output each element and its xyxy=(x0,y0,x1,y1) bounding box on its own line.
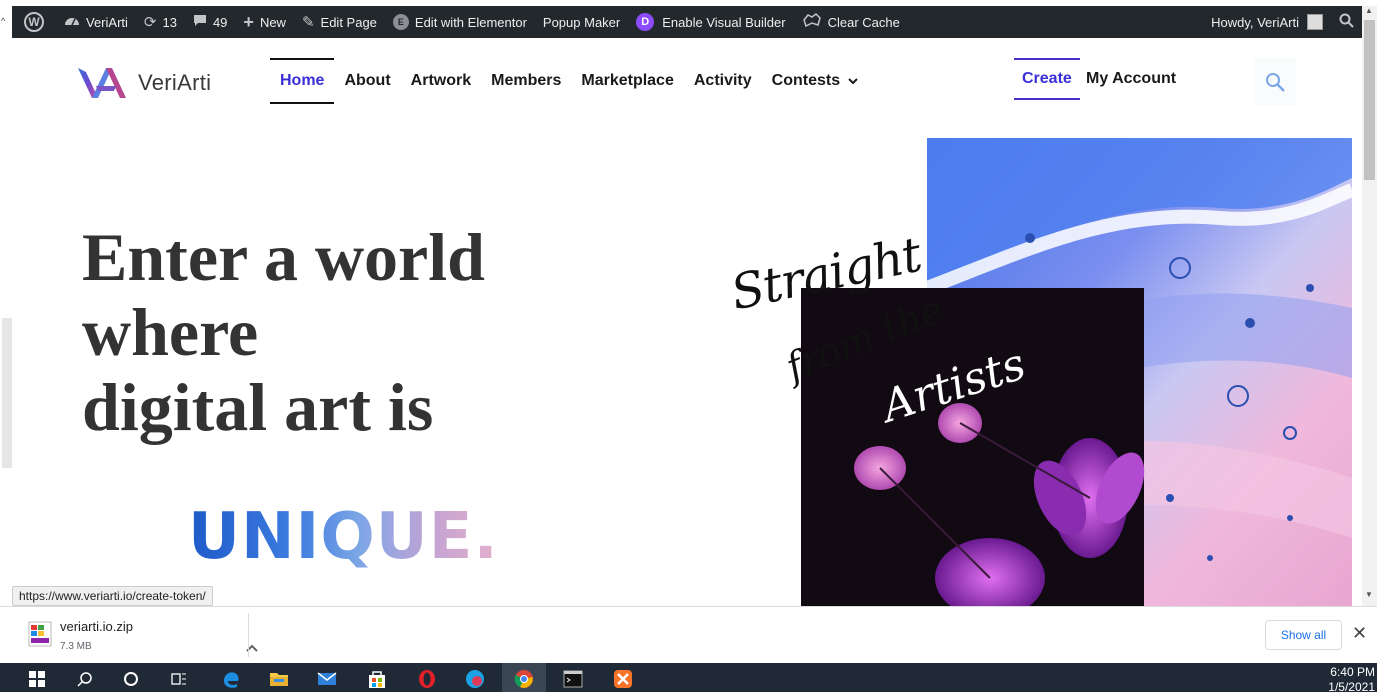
admin-comments[interactable]: 49 xyxy=(185,6,235,38)
left-window-edge: ^ v xyxy=(0,0,12,663)
clock-time: 6:40 PM xyxy=(1330,665,1375,679)
cortana-icon[interactable] xyxy=(120,668,142,690)
nav-item-label: Marketplace xyxy=(581,72,674,89)
nav-item-label: Contests xyxy=(771,72,841,89)
nav-item-label: Members xyxy=(491,72,562,89)
plus-icon: + xyxy=(243,11,254,32)
my-account-label: My Account xyxy=(1086,70,1177,87)
admin-popup-maker[interactable]: Popup Maker xyxy=(535,6,628,38)
download-item[interactable]: veriarti.io.zip 7.3 MB xyxy=(28,617,258,652)
download-file-name: veriarti.io.zip xyxy=(60,619,133,634)
scroll-up-arrow-icon[interactable]: ▲ xyxy=(1365,6,1373,15)
nav-item-label: Home xyxy=(280,72,325,89)
nav-item-artwork[interactable]: Artwork xyxy=(401,58,481,104)
divi-icon: D xyxy=(636,13,655,31)
store-icon[interactable] xyxy=(366,668,388,690)
nav-item-label: Artwork xyxy=(410,72,472,89)
clear-cache-label: Clear Cache xyxy=(827,14,900,30)
create-link[interactable]: Create xyxy=(1014,58,1080,100)
zip-file-icon xyxy=(28,621,52,647)
xampp-icon[interactable] xyxy=(612,668,634,690)
close-icon[interactable]: ✕ xyxy=(1352,623,1367,644)
admin-my-account[interactable]: Howdy, VeriArti xyxy=(1203,6,1331,38)
admin-clear-cache[interactable]: Clear Cache xyxy=(794,6,908,38)
nav-item-home[interactable]: Home xyxy=(270,58,335,104)
edge-browser-icon[interactable] xyxy=(220,668,242,690)
avatar xyxy=(1307,14,1323,30)
howdy-label: Howdy, VeriArti xyxy=(1211,14,1299,30)
task-view-icon[interactable] xyxy=(168,668,190,690)
page-scrollbar[interactable]: ▲ ▼ xyxy=(1362,6,1377,606)
popup-maker-label: Popup Maker xyxy=(542,14,621,30)
veriarti-logo-icon xyxy=(78,68,126,98)
search-icon xyxy=(1339,13,1354,31)
site-logo[interactable]: VeriArti xyxy=(76,64,211,102)
admin-new[interactable]: + New xyxy=(235,6,294,38)
elementor-icon: E xyxy=(392,14,409,30)
photos-app-icon[interactable] xyxy=(464,668,486,690)
nav-item-about[interactable]: About xyxy=(334,58,400,104)
comments-count: 49 xyxy=(212,14,228,30)
nav-item-members[interactable]: Members xyxy=(481,58,571,104)
nav-item-activity[interactable]: Activity xyxy=(684,58,762,104)
admin-site-name[interactable]: VeriArti xyxy=(56,6,136,38)
download-file-size: 7.3 MB xyxy=(60,641,92,652)
hero-heading-line: where xyxy=(82,294,259,370)
wordpress-logo-icon: W xyxy=(24,12,44,32)
file-explorer-icon[interactable] xyxy=(268,668,290,690)
nav-item-label: About xyxy=(344,72,391,89)
my-account-link[interactable]: My Account xyxy=(1086,58,1176,100)
admin-site-name-label: VeriArti xyxy=(86,14,128,30)
windows-start-icon[interactable] xyxy=(26,668,48,690)
cache-cheetah-icon xyxy=(802,13,822,31)
nav-item-marketplace[interactable]: Marketplace xyxy=(571,58,684,104)
admin-edit-elementor[interactable]: E Edit with Elementor xyxy=(385,6,535,38)
chrome-icon[interactable] xyxy=(513,668,535,690)
taskbar-clock[interactable]: 6:40 PM 1/5/2021 xyxy=(1300,665,1375,695)
windows-taskbar: 6:40 PM 1/5/2021 xyxy=(0,663,1377,695)
hero-heading-line: Enter a world xyxy=(82,219,485,295)
updates-count: 13 xyxy=(162,14,177,30)
admin-search[interactable] xyxy=(1331,6,1362,38)
hero-artwork-image: Straight from the Artists xyxy=(690,138,1352,606)
show-all-button[interactable]: Show all xyxy=(1265,620,1342,650)
downloads-bar: veriarti.io.zip 7.3 MB Show all ✕ xyxy=(0,606,1377,663)
scroll-down-arrow-icon[interactable]: ▼ xyxy=(1365,590,1373,599)
wp-logo-menu[interactable]: W xyxy=(12,6,56,38)
search-icon[interactable] xyxy=(74,668,96,690)
clock-date: 1/5/2021 xyxy=(1328,680,1375,694)
hero-heading-line: digital art is xyxy=(82,369,434,445)
hero-heading: Enter a world where digital art is xyxy=(82,220,602,445)
chevron-down-icon xyxy=(848,74,858,88)
wp-admin-bar: W VeriArti ⟳ 13 49 + New ✎ Edit Page E E… xyxy=(12,6,1362,38)
left-edge-bar xyxy=(2,318,12,468)
hero-highlight-word: UNIQUE. xyxy=(188,500,499,574)
terminal-icon[interactable] xyxy=(562,668,584,690)
dashboard-gauge-icon xyxy=(64,13,80,31)
visual-builder-label: Enable Visual Builder xyxy=(662,14,786,30)
new-label: New xyxy=(259,14,286,30)
comment-bubble-icon xyxy=(193,14,207,31)
opera-icon[interactable] xyxy=(416,668,438,690)
chevron-up-icon: ^ xyxy=(1,16,6,26)
mail-icon[interactable] xyxy=(316,668,338,690)
search-icon xyxy=(1266,73,1285,92)
admin-visual-builder[interactable]: D Enable Visual Builder xyxy=(628,6,793,38)
status-bar-url: https://www.veriarti.io/create-token/ xyxy=(12,586,213,606)
create-label: Create xyxy=(1022,70,1072,87)
divider xyxy=(248,613,249,657)
edit-elementor-label: Edit with Elementor xyxy=(414,14,527,30)
site-search-button[interactable] xyxy=(1254,58,1296,106)
scrollbar-thumb[interactable] xyxy=(1364,20,1375,180)
admin-updates[interactable]: ⟳ 13 xyxy=(136,6,185,38)
nav-item-contests[interactable]: Contests xyxy=(762,58,868,104)
updates-icon: ⟳ xyxy=(143,14,157,31)
pencil-icon: ✎ xyxy=(301,14,315,31)
admin-edit-page[interactable]: ✎ Edit Page xyxy=(294,6,385,38)
nav-item-label: Activity xyxy=(693,72,752,89)
main-nav: Home About Artwork Members Marketplace A… xyxy=(270,58,868,104)
edit-page-label: Edit Page xyxy=(320,14,377,30)
logo-text: VeriArti xyxy=(138,70,212,95)
